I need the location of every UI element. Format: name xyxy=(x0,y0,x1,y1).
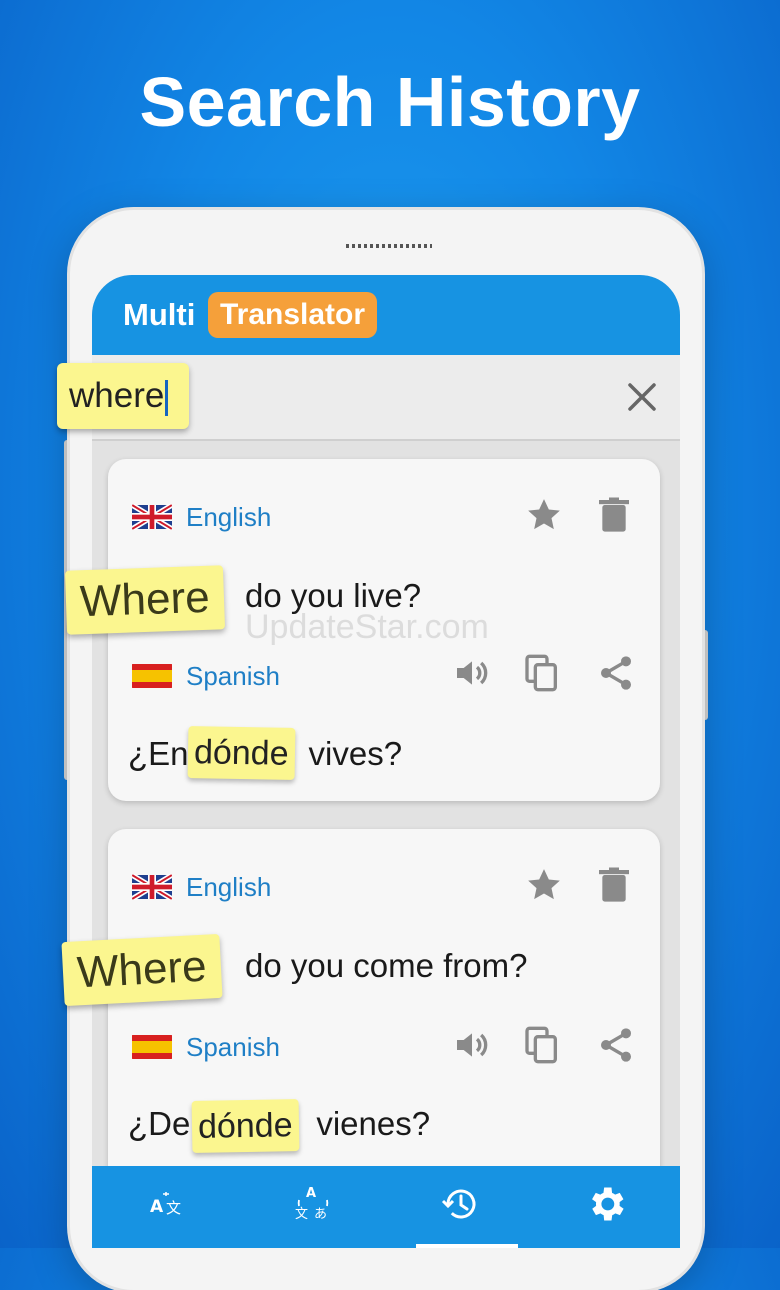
trash-icon[interactable] xyxy=(594,495,634,535)
source-language-label: English xyxy=(186,871,272,902)
speaker-icon[interactable] xyxy=(452,1025,492,1065)
close-icon[interactable] xyxy=(624,379,660,415)
search-query: where xyxy=(69,376,165,415)
target-language-label: Spanish xyxy=(186,660,280,691)
spain-flag-icon xyxy=(132,1035,172,1059)
speaker-icon[interactable] xyxy=(452,653,492,693)
logo-multi: Multi xyxy=(123,297,196,332)
target-text-post: vienes? xyxy=(316,1105,431,1142)
phone-speaker xyxy=(346,244,432,248)
target-text-pre: ¿En xyxy=(128,735,189,772)
history-icon[interactable] xyxy=(438,1182,482,1226)
svg-text:文: 文 xyxy=(166,1199,181,1217)
highlight-donde: dónde xyxy=(191,1099,299,1153)
copy-icon[interactable] xyxy=(522,653,562,693)
conversation-translate-icon[interactable]: A 文 あ xyxy=(291,1182,335,1226)
highlight-where: Where xyxy=(61,933,223,1007)
spain-flag-icon xyxy=(132,664,172,688)
uk-flag-icon xyxy=(132,504,172,530)
svg-text:文: 文 xyxy=(295,1207,308,1222)
uk-flag-icon xyxy=(132,874,172,900)
watermark: UpdateStar.com xyxy=(245,608,489,646)
share-icon[interactable] xyxy=(596,653,636,693)
source-language-row: English xyxy=(132,867,271,907)
translate-icon[interactable]: A 文 xyxy=(144,1182,188,1226)
svg-text:A: A xyxy=(306,1186,316,1201)
source-text: do you come from? xyxy=(245,947,527,985)
search-input[interactable]: where xyxy=(57,363,189,429)
app-bar: Multi Translator xyxy=(92,275,680,355)
star-icon[interactable] xyxy=(524,495,564,535)
highlight-where: Where xyxy=(64,565,225,635)
headline: Search History xyxy=(139,63,641,141)
svg-text:A: A xyxy=(150,1197,164,1217)
target-language-label: Spanish xyxy=(186,1031,280,1062)
target-language-row: Spanish xyxy=(132,1027,280,1067)
copy-icon[interactable] xyxy=(522,1025,562,1065)
target-text-pre: ¿De xyxy=(128,1105,191,1142)
trash-icon[interactable] xyxy=(594,865,634,905)
text-cursor xyxy=(165,379,169,416)
history-card[interactable]: English do you come from? Spanish ¿De vi… xyxy=(108,829,660,1189)
star-icon[interactable] xyxy=(524,865,564,905)
logo-translator: Translator xyxy=(208,292,378,338)
bottom-navigation: A 文 A 文 あ xyxy=(92,1166,680,1248)
settings-icon[interactable] xyxy=(584,1182,628,1226)
source-text-rest: do you come from? xyxy=(245,947,528,984)
source-language-label: English xyxy=(186,501,272,532)
active-tab-indicator xyxy=(416,1244,518,1248)
svg-text:あ: あ xyxy=(314,1207,327,1222)
source-language-row: English xyxy=(132,497,271,537)
target-text-post: vives? xyxy=(308,735,403,772)
highlight-donde: dónde xyxy=(187,726,295,780)
target-language-row: Spanish xyxy=(132,656,280,696)
share-icon[interactable] xyxy=(596,1025,636,1065)
